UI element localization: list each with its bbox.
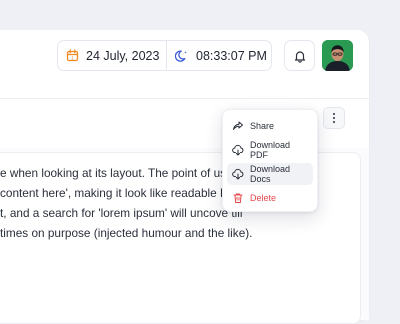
cloud-download-icon (232, 144, 244, 156)
menu-item-delete[interactable]: Delete (227, 187, 313, 209)
date-display: 1 24 July, 2023 (58, 41, 166, 70)
menu-item-label: Download PDF (250, 140, 291, 160)
date-text: 24 July, 2023 (86, 48, 160, 63)
text-line: times on purpose (injected humour and th… (0, 226, 253, 240)
user-avatar[interactable] (322, 40, 353, 71)
menu-item-label: Share (250, 121, 275, 131)
share-icon (232, 120, 244, 132)
bell-icon (293, 49, 307, 63)
more-options-button[interactable] (323, 107, 345, 129)
menu-item-label: Download Docs (250, 164, 291, 184)
calendar-icon: 1 (66, 49, 79, 62)
trash-icon (232, 192, 244, 204)
time-text: 08:33:07 PM (196, 48, 267, 63)
menu-item-label: Delete (250, 193, 277, 203)
more-vertical-icon (332, 112, 336, 124)
options-dropdown-menu: Share Download PDF Download Docs Delete (222, 109, 318, 212)
moon-icon (175, 49, 189, 63)
cloud-download-icon (232, 168, 244, 180)
time-display: 08:33:07 PM (166, 41, 273, 70)
notifications-button[interactable] (284, 40, 315, 71)
menu-item-download-pdf[interactable]: Download PDF (227, 139, 313, 161)
top-bar: 1 24 July, 2023 08:33:07 PM (0, 30, 369, 99)
menu-item-download-docs[interactable]: Download Docs (227, 163, 313, 185)
svg-text:1: 1 (71, 55, 74, 60)
date-time-display: 1 24 July, 2023 08:33:07 PM (57, 40, 272, 71)
menu-item-share[interactable]: Share (227, 115, 313, 137)
